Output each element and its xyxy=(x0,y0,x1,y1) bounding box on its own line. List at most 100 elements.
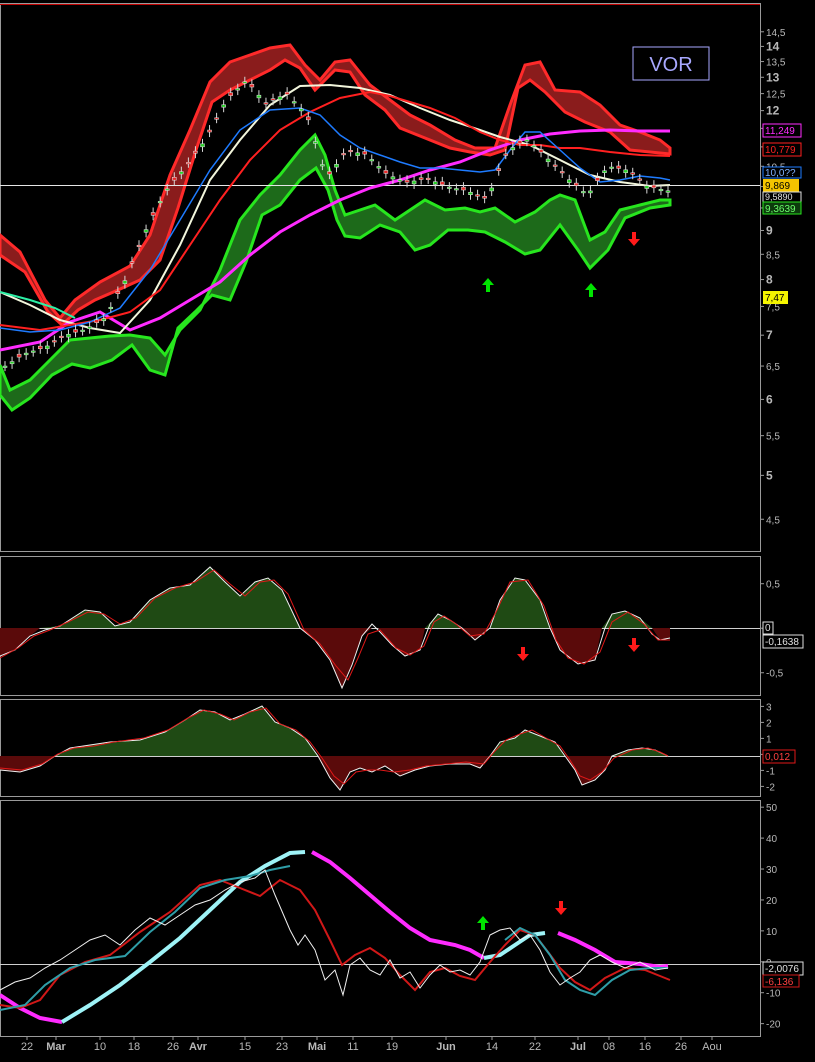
osc1-panel: 0,50-0,5 0 -0,1638 xyxy=(0,566,804,690)
candle-body xyxy=(200,143,205,148)
candle-body xyxy=(545,158,551,163)
osc3-value-label-red: -6,136 xyxy=(765,977,794,988)
candle-body xyxy=(179,171,184,175)
osc2-positive-area xyxy=(55,706,668,756)
candle-body xyxy=(665,190,671,193)
candle-body xyxy=(510,147,516,151)
candle-body xyxy=(235,88,241,91)
x-tick-label: 26 xyxy=(167,1041,179,1053)
price-y-tick-label: 6 xyxy=(766,392,773,406)
candle-body xyxy=(45,345,50,350)
value-label-yellow: 7,47 xyxy=(765,293,785,304)
x-tick-label: Aou xyxy=(702,1041,722,1053)
x-tick-label: 16 xyxy=(639,1041,651,1053)
sell-arrow-icon xyxy=(517,647,529,661)
candle-body xyxy=(157,201,163,204)
candle-body xyxy=(80,329,85,332)
osc3-main-line-magenta-end xyxy=(557,931,669,970)
x-tick-label: 10 xyxy=(94,1041,106,1053)
candle-body xyxy=(362,151,367,155)
symbol-label: VOR xyxy=(649,54,692,76)
x-tick-label: 11 xyxy=(347,1041,358,1053)
price-y-tick-label: 13 xyxy=(766,70,780,84)
osc3-value-label-white: -2,0076 xyxy=(765,964,799,975)
candle-body xyxy=(425,177,431,180)
price-y-tick-label: 12 xyxy=(766,104,780,118)
candle-body xyxy=(30,350,36,353)
x-tick-label: Mai xyxy=(308,1041,326,1053)
osc3-panel-frame xyxy=(0,800,761,1037)
value-label-magenta: 11,249 xyxy=(765,126,795,137)
candle-body xyxy=(172,176,177,181)
candle-body xyxy=(461,186,466,191)
candle-body xyxy=(242,81,248,84)
candle-body xyxy=(52,340,57,343)
candle-body xyxy=(559,171,565,174)
candle-body xyxy=(574,182,579,186)
candle-body xyxy=(150,212,156,216)
osc1-zero-label: 0 xyxy=(765,623,771,634)
candle-body xyxy=(186,162,191,165)
candle-body xyxy=(637,178,643,181)
osc3-teal-line-tail xyxy=(504,926,668,997)
price-y-tick-label: 7 xyxy=(766,328,773,342)
candle-body xyxy=(468,191,473,195)
candle-body xyxy=(630,172,635,175)
osc3-y-axis: 50403020100-10-20 xyxy=(760,803,781,1031)
price-y-tick-label: 7,5 xyxy=(766,302,780,313)
x-tick-label: 22 xyxy=(21,1041,33,1053)
price-y-tick-label: 12,5 xyxy=(766,90,786,101)
buy-arrow-icon xyxy=(482,278,494,292)
x-tick-label: 14 xyxy=(486,1041,498,1053)
candle-body xyxy=(552,164,558,167)
candle-body xyxy=(355,152,360,156)
y-tick-label: 30 xyxy=(766,865,778,876)
candle-body xyxy=(658,189,664,192)
candle-body xyxy=(567,179,572,183)
candle-body xyxy=(432,181,438,185)
osc2-y-axis: 3210-1-2 xyxy=(760,702,775,793)
candle-body xyxy=(129,261,135,264)
candle-body xyxy=(9,361,15,365)
candle-body xyxy=(277,96,283,100)
x-tick-label: 15 xyxy=(239,1041,251,1053)
candle-body xyxy=(489,187,494,192)
candle-body xyxy=(207,129,212,133)
candle-body xyxy=(136,244,142,247)
y-tick-label: -1 xyxy=(766,766,775,777)
x-tick-label: Jul xyxy=(570,1041,586,1053)
candle-body xyxy=(87,326,92,329)
value-label-blue: 10,0?? xyxy=(765,168,796,179)
x-tick-label: 26 xyxy=(675,1041,687,1053)
candle-body xyxy=(214,117,219,120)
candle-body xyxy=(23,352,29,356)
candle-body xyxy=(284,91,290,95)
candle-body xyxy=(348,150,353,153)
candle-body xyxy=(644,185,650,189)
y-tick-label: 3 xyxy=(766,702,772,713)
candle-body xyxy=(291,101,297,104)
candle-body xyxy=(270,98,276,101)
candle-body xyxy=(482,196,487,199)
osc1-value-label: -0,1638 xyxy=(765,637,799,648)
y-tick-label: 40 xyxy=(766,834,778,845)
y-tick-label: 20 xyxy=(766,896,778,907)
sell-arrow-icon xyxy=(555,901,567,915)
y-tick-label: 50 xyxy=(766,803,778,814)
candle-body xyxy=(320,164,325,167)
price-panel: VOR 14,51413,51312,51211,51110,5109,598,… xyxy=(0,28,802,526)
price-y-tick-label: 6,5 xyxy=(766,362,780,373)
candle-body xyxy=(581,191,586,194)
osc3-signal-red-line xyxy=(0,878,671,1010)
candle-body xyxy=(454,188,459,191)
price-y-tick-label: 13,5 xyxy=(766,58,786,69)
candle-body xyxy=(651,184,657,189)
candle-body xyxy=(94,319,99,323)
value-label-price: 9,869 xyxy=(765,181,790,192)
candle-body xyxy=(609,166,614,169)
buy-arrow-icon xyxy=(477,916,489,930)
candle-body xyxy=(524,139,530,142)
candle-body xyxy=(623,169,628,173)
candle-body xyxy=(595,177,600,181)
price-y-tick-label: 14,5 xyxy=(766,28,786,39)
